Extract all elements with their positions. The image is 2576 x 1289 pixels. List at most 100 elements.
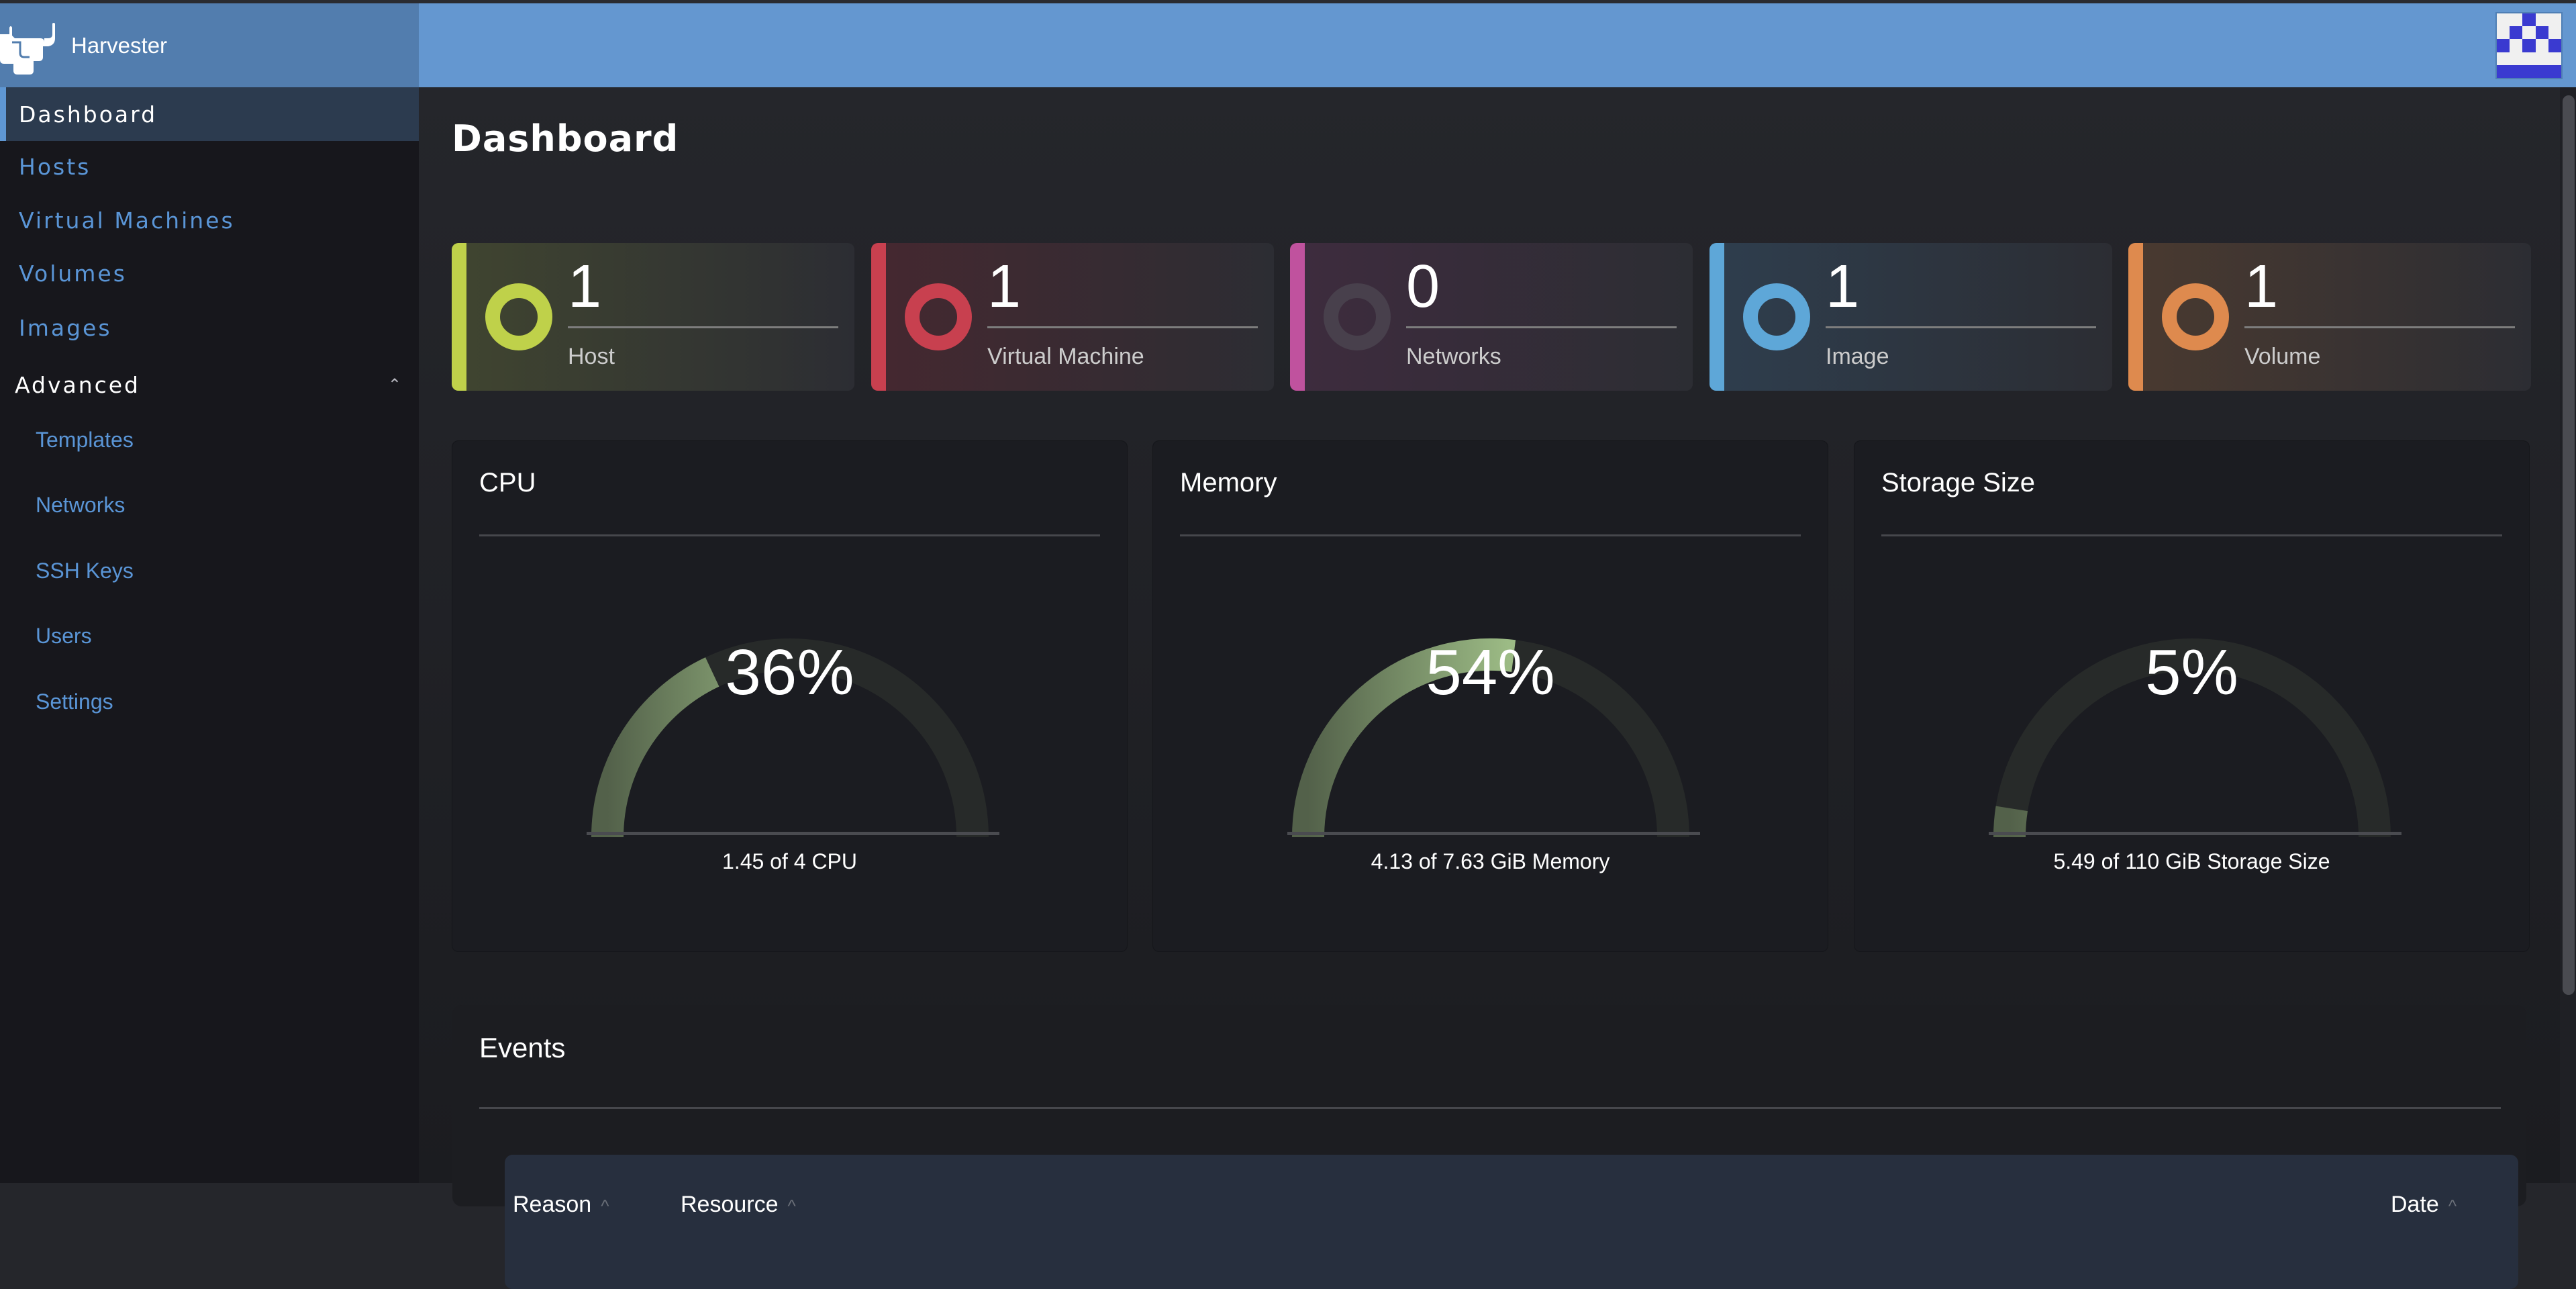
summary-card-volume[interactable]: 1 Volume	[2128, 243, 2531, 391]
avatar-cell	[2510, 39, 2522, 52]
card-divider	[1406, 326, 1677, 328]
column-header-date[interactable]: Date ^	[2391, 1192, 2457, 1218]
avatar-cell	[2535, 64, 2548, 78]
avatar-cell	[2535, 26, 2548, 40]
avatar-cell	[2522, 39, 2536, 52]
avatar-cell	[2510, 52, 2522, 65]
gauge-detail: 5.49 of 110 GiB Storage Size	[2053, 849, 2330, 873]
avatar-cell	[2497, 52, 2510, 65]
avatar-cell	[2497, 13, 2510, 26]
user-avatar[interactable]	[2495, 12, 2563, 79]
sidebar-item-networks[interactable]: Networks	[0, 478, 419, 532]
card-accent-stripe	[452, 243, 466, 391]
avatar-cell	[2548, 13, 2561, 26]
column-header-reason[interactable]: Reason ^	[513, 1192, 609, 1218]
main-content: Dashboard 1 Host 1 Virtual Machine 0 Networks…	[419, 87, 2560, 1289]
avatar-cell	[2510, 64, 2523, 78]
gauge-detail: 4.13 of 7.63 GiB Memory	[1371, 849, 1610, 873]
avatar-cell	[2536, 13, 2548, 26]
gauge-panel-memory: Memory 54% 4.13 of 7.63 GiB Memory	[1152, 440, 1828, 952]
page-scrollbar[interactable]	[2560, 87, 2576, 1183]
card-label: Networks	[1406, 344, 1501, 369]
sidebar-item-settings[interactable]: Settings	[0, 675, 419, 728]
column-header-resource[interactable]: Resource ^	[681, 1192, 796, 1218]
gauge-baseline	[587, 832, 999, 835]
card-divider	[1826, 326, 2096, 328]
avatar-cell	[2510, 26, 2523, 40]
gauge-baseline	[1287, 832, 1700, 835]
gauge-title: Storage Size	[1881, 468, 2036, 497]
avatar-cell	[2548, 52, 2561, 65]
card-count: 0	[1406, 253, 1440, 320]
avatar-cell	[2548, 64, 2561, 78]
sort-up-icon: ^	[2448, 1196, 2457, 1216]
avatar-cell	[2522, 13, 2536, 27]
gauge-title-divider	[479, 534, 1100, 536]
top-header: Harvester	[0, 3, 2576, 87]
avatar-cell	[2522, 64, 2536, 78]
card-accent-stripe	[1290, 243, 1305, 391]
gauge-title: CPU	[479, 468, 536, 497]
chevron-up-icon: ⌃	[387, 375, 401, 394]
avatar-cell	[2510, 13, 2522, 26]
summary-card-virtual-machine[interactable]: 1 Virtual Machine	[871, 243, 1274, 391]
card-count: 1	[2244, 253, 2279, 320]
avatar-cell	[2522, 26, 2535, 39]
scrollbar-thumb[interactable]	[2563, 95, 2575, 995]
card-ring-icon	[485, 283, 552, 350]
column-label: Resource	[681, 1192, 779, 1217]
gauge-title: Memory	[1180, 468, 1277, 497]
card-divider	[987, 326, 1258, 328]
card-ring-icon	[1324, 283, 1391, 350]
card-accent-stripe	[1710, 243, 1724, 391]
sidebar-item-ssh-keys[interactable]: SSH Keys	[0, 544, 419, 598]
events-title: Events	[479, 1032, 566, 1063]
gauge-title-divider	[1881, 534, 2502, 536]
card-count: 1	[568, 253, 602, 320]
card-ring-icon	[1743, 283, 1810, 350]
gauge-baseline	[1989, 832, 2401, 835]
sort-up-icon: ^	[601, 1196, 609, 1216]
card-accent-stripe	[2128, 243, 2143, 391]
avatar-cell	[2548, 39, 2561, 52]
sidebar-item-volumes[interactable]: Volumes	[0, 246, 419, 300]
gauge-title-divider	[1180, 534, 1801, 536]
card-divider	[568, 326, 838, 328]
app-title: Harvester	[71, 32, 168, 58]
gauge-percent: 54%	[1426, 636, 1555, 708]
card-ring-icon	[2162, 283, 2229, 350]
sidebar-item-dashboard[interactable]: Dashboard	[0, 87, 419, 141]
events-panel: Events Reason ^ Resource ^ Date ^	[452, 1005, 2526, 1289]
card-divider	[2244, 326, 2515, 328]
column-label: Date	[2391, 1192, 2439, 1217]
sidebar-item-virtual-machines[interactable]: Virtual Machines	[0, 193, 419, 247]
sidebar-item-images[interactable]: Images	[0, 301, 419, 354]
sidebar-group-label: Advanced	[15, 371, 141, 398]
avatar-cell	[2536, 39, 2548, 52]
summary-card-image[interactable]: 1 Image	[1710, 243, 2112, 391]
sidebar: Dashboard Hosts Virtual Machines Volumes…	[0, 87, 419, 1183]
events-table-header: Reason ^ Resource ^ Date ^	[505, 1155, 2518, 1289]
page-title: Dashboard	[452, 117, 679, 160]
summary-card-networks[interactable]: 0 Networks	[1290, 243, 1693, 391]
card-count: 1	[1826, 253, 1860, 320]
card-accent-stripe	[871, 243, 886, 391]
sidebar-item-users[interactable]: Users	[0, 609, 419, 663]
sidebar-item-hosts[interactable]: Hosts	[0, 140, 419, 193]
events-divider	[479, 1107, 2501, 1109]
summary-card-host[interactable]: 1 Host	[452, 243, 854, 391]
card-count: 1	[987, 253, 1022, 320]
gauge-detail: 1.45 of 4 CPU	[722, 849, 857, 873]
avatar-cell	[2522, 52, 2535, 65]
gauge-percent: 5%	[2145, 636, 2238, 708]
sidebar-group-advanced[interactable]: Advanced ⌃	[0, 358, 419, 412]
card-label: Host	[568, 344, 615, 369]
sidebar-item-templates[interactable]: Templates	[0, 413, 419, 467]
card-label: Image	[1826, 344, 1889, 369]
card-ring-icon	[905, 283, 972, 350]
gauge-percent: 36%	[725, 636, 854, 708]
avatar-cell	[2536, 52, 2548, 65]
brand[interactable]: Harvester	[0, 3, 419, 87]
card-label: Virtual Machine	[987, 344, 1144, 369]
column-label: Reason	[513, 1192, 592, 1217]
